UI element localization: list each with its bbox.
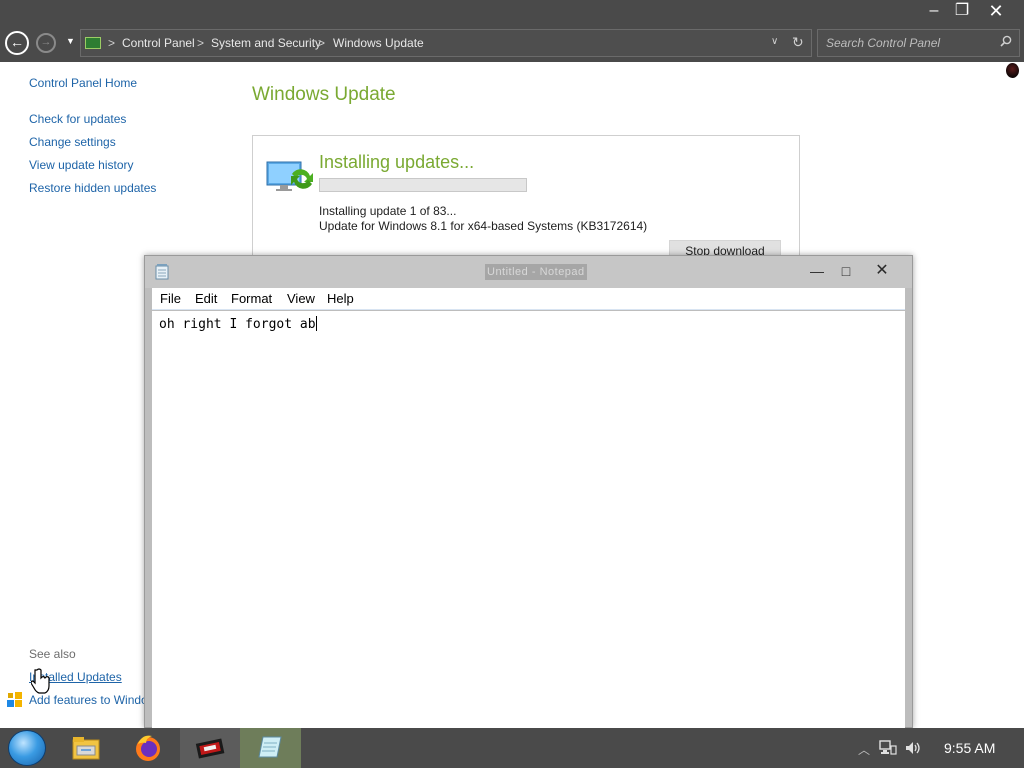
notepad-titlebar[interactable]: Untitled - Notepad — □ ✕ bbox=[145, 256, 912, 288]
taskbar-clock[interactable]: 9:55 AM bbox=[944, 740, 995, 756]
menu-format[interactable]: Format bbox=[231, 291, 272, 306]
control-panel-home-link[interactable]: Control Panel Home bbox=[29, 76, 137, 90]
refresh-button[interactable]: ↻ bbox=[792, 34, 804, 51]
taskbar-file-explorer[interactable] bbox=[56, 728, 116, 768]
close-button[interactable]: ✕ bbox=[980, 0, 1012, 24]
firefox-icon bbox=[136, 735, 160, 761]
change-settings-link[interactable]: Change settings bbox=[29, 135, 116, 149]
start-button[interactable] bbox=[8, 730, 46, 766]
restore-hidden-updates-link[interactable]: Restore hidden updates bbox=[29, 181, 156, 195]
notepad-title: Untitled - Notepad bbox=[485, 264, 587, 280]
breadcrumb-separator[interactable]: > bbox=[318, 36, 325, 50]
navigation-bar: ← → ▼ > Control Panel > System and Secur… bbox=[0, 24, 1024, 62]
update-progress-bar bbox=[319, 178, 527, 192]
search-icon[interactable] bbox=[1000, 35, 1012, 47]
breadcrumb-separator[interactable]: > bbox=[197, 36, 204, 50]
page-title: Windows Update bbox=[252, 84, 396, 105]
update-count-text: Installing update 1 of 83... bbox=[319, 204, 457, 218]
user-avatar[interactable] bbox=[1006, 63, 1019, 78]
notepad-minimize-button[interactable]: — bbox=[803, 260, 831, 282]
windows-update-icon bbox=[266, 161, 313, 191]
search-input[interactable] bbox=[826, 36, 996, 50]
taskbar-game[interactable] bbox=[180, 728, 240, 768]
taskbar-firefox[interactable] bbox=[118, 728, 178, 768]
see-also-heading: See also bbox=[29, 647, 76, 661]
maximize-button[interactable]: ❐ bbox=[946, 0, 978, 24]
notepad-menubar: File Edit Format View Help bbox=[152, 288, 905, 310]
windows-features-icon bbox=[7, 692, 22, 707]
breadcrumb-system-and-security[interactable]: System and Security bbox=[211, 36, 321, 50]
network-icon[interactable] bbox=[879, 740, 897, 756]
menu-file[interactable]: File bbox=[160, 291, 181, 306]
menu-view[interactable]: View bbox=[287, 291, 315, 306]
taskbar-notepad[interactable] bbox=[240, 728, 301, 768]
update-status-title: Installing updates... bbox=[319, 152, 475, 172]
address-dropdown-button[interactable]: ∨ bbox=[771, 36, 778, 47]
control-panel-titlebar: – ❐ ✕ bbox=[0, 0, 1024, 24]
notepad-text: oh right I forgot ab bbox=[159, 317, 316, 332]
menu-help[interactable]: Help bbox=[327, 291, 354, 306]
hand-cursor-icon bbox=[31, 668, 50, 694]
check-for-updates-link[interactable]: Check for updates bbox=[29, 112, 126, 126]
breadcrumb-separator[interactable]: > bbox=[108, 36, 115, 50]
update-name-text: Update for Windows 8.1 for x64-based Sys… bbox=[319, 219, 648, 233]
search-box[interactable] bbox=[817, 29, 1020, 57]
taskbar: ︿ 9:55 AM bbox=[0, 728, 1024, 768]
notepad-window[interactable]: Untitled - Notepad — □ ✕ File Edit Forma… bbox=[144, 255, 913, 729]
forward-button[interactable]: → bbox=[36, 33, 56, 53]
menu-edit[interactable]: Edit bbox=[195, 291, 217, 306]
text-caret bbox=[315, 316, 317, 331]
recent-locations-dropdown[interactable]: ▼ bbox=[66, 36, 75, 46]
notepad-text-line: oh right I forgot ab bbox=[159, 316, 317, 332]
folder-icon bbox=[72, 737, 100, 760]
breadcrumb-windows-update[interactable]: Windows Update bbox=[333, 36, 424, 50]
address-bar[interactable]: > Control Panel > System and Security > … bbox=[80, 29, 812, 57]
game-icon bbox=[195, 738, 225, 759]
back-button[interactable]: ← bbox=[5, 31, 29, 55]
breadcrumb-control-panel[interactable]: Control Panel bbox=[122, 36, 195, 50]
notepad-icon bbox=[258, 736, 282, 758]
update-status-panel: Installing updates... Installing update … bbox=[252, 135, 800, 265]
show-hidden-icons-button[interactable]: ︿ bbox=[858, 741, 870, 758]
notepad-icon bbox=[155, 264, 169, 280]
notepad-close-button[interactable]: ✕ bbox=[868, 260, 896, 282]
notepad-maximize-button[interactable]: □ bbox=[832, 260, 860, 282]
notepad-text-area[interactable]: oh right I forgot ab bbox=[152, 311, 905, 729]
control-panel-icon bbox=[85, 37, 101, 49]
volume-icon[interactable] bbox=[904, 740, 922, 756]
view-update-history-link[interactable]: View update history bbox=[29, 158, 134, 172]
